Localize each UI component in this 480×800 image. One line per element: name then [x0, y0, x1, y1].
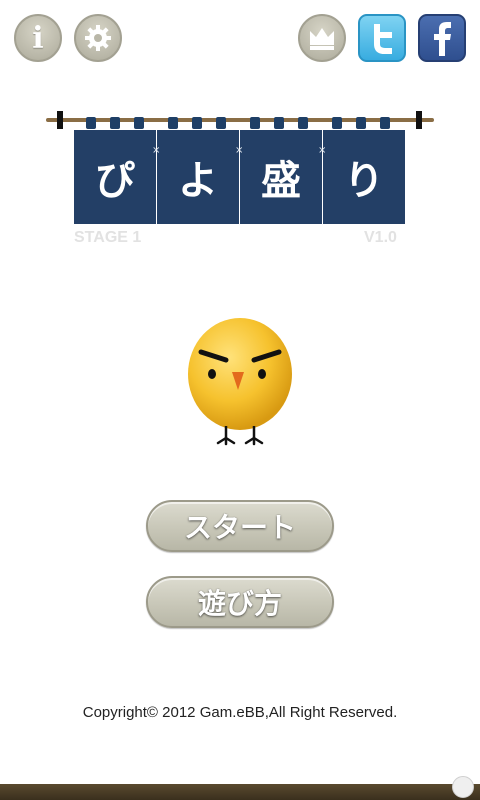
curtain-tab — [356, 117, 366, 129]
curtain-tab — [380, 117, 390, 129]
curtain-tab — [192, 117, 202, 129]
stitch-mark: × — [235, 145, 244, 156]
curtain-tab — [250, 117, 260, 129]
crown-icon — [310, 28, 334, 50]
title-char: よ — [157, 130, 239, 224]
curtain-tab — [134, 117, 144, 129]
curtain-tab — [332, 117, 342, 129]
stage-label: STAGE 1 — [74, 229, 142, 246]
settings-button[interactable] — [74, 14, 122, 62]
title-char: 盛 — [240, 130, 322, 224]
title-char: り — [323, 130, 405, 224]
info-icon: i — [32, 20, 44, 56]
gear-icon — [85, 25, 111, 51]
curtain-tab — [86, 117, 96, 129]
ranking-button[interactable] — [298, 14, 346, 62]
stitch-mark: × — [318, 145, 327, 156]
version-label: V1.0 — [364, 229, 397, 246]
copyright-text: Copyright© 2012 Gam.eBB,All Right Reserv… — [82, 704, 398, 721]
facebook-icon — [434, 22, 451, 56]
twitter-button[interactable] — [358, 14, 406, 62]
facebook-button[interactable] — [418, 14, 466, 62]
curtain-tab — [216, 117, 226, 129]
title-char: ぴ — [74, 130, 156, 224]
title-noren: ぴ よ 盛 り × × × — [74, 117, 406, 224]
curtain-tab — [168, 117, 178, 129]
curtain-tab — [274, 117, 284, 129]
chick-mascot — [188, 318, 292, 446]
how-to-play-button[interactable]: 遊び方 — [146, 576, 334, 628]
curtain-rod-end-right — [416, 111, 422, 129]
curtain-tab — [298, 117, 308, 129]
watermark-icon — [452, 776, 474, 798]
curtain-rod-end-left — [57, 111, 63, 129]
stitch-mark: × — [152, 145, 161, 156]
start-button[interactable]: スタート — [146, 500, 334, 552]
info-button[interactable]: i — [14, 14, 62, 62]
twitter-icon — [374, 24, 392, 54]
curtain-tab — [110, 117, 120, 129]
bottom-bar — [0, 784, 480, 800]
